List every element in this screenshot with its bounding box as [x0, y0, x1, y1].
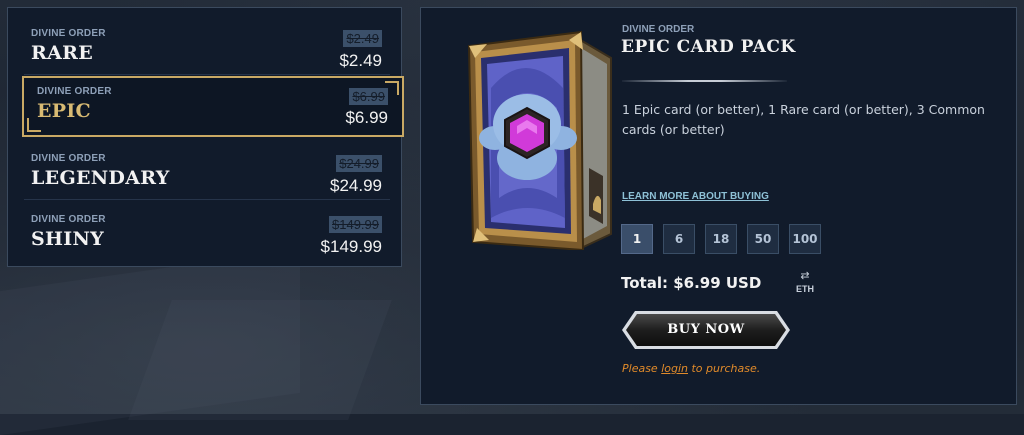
pack-row-epic[interactable]: DIVINE ORDER EPIC $6.99 $6.99 — [22, 76, 404, 137]
login-note-prefix: Please — [622, 362, 662, 375]
pack-price: $24.99 — [330, 176, 382, 195]
order-total: Total: $6.99 USD — [621, 274, 762, 292]
quantity-option-100[interactable]: 100 — [789, 224, 821, 254]
pack-price: $149.99 — [320, 237, 382, 256]
pack-tier-name: SHINY — [31, 228, 104, 250]
currency-toggle-label: ETH — [796, 284, 814, 294]
pack-order-label: DIVINE ORDER — [31, 214, 106, 225]
detail-title: EPIC CARD PACK — [621, 37, 796, 57]
card-pack-image — [467, 30, 612, 250]
pack-list-panel: DIVINE ORDER RARE $2.49 $2.49 DIVINE ORD… — [7, 7, 404, 267]
pack-original-price: $2.49 — [343, 30, 382, 47]
pack-order-label: DIVINE ORDER — [31, 153, 106, 164]
quantity-option-1[interactable]: 1 — [621, 224, 653, 254]
pack-tier-name: LEGENDARY — [31, 167, 170, 189]
detail-order-label: DIVINE ORDER — [622, 24, 695, 35]
pack-tier-name: EPIC — [37, 100, 91, 122]
pack-row-rare[interactable]: DIVINE ORDER RARE $2.49 $2.49 — [24, 14, 398, 75]
title-divider — [622, 80, 787, 82]
quantity-option-6[interactable]: 6 — [663, 224, 695, 254]
login-note: Please login to purchase. — [622, 362, 760, 375]
pack-original-price: $6.99 — [349, 88, 388, 105]
pack-row-legendary[interactable]: DIVINE ORDER LEGENDARY $24.99 $24.99 — [24, 139, 398, 200]
pack-price: $2.49 — [339, 51, 382, 70]
pack-order-label: DIVINE ORDER — [37, 86, 112, 97]
learn-more-link[interactable]: LEARN MORE ABOUT BUYING — [622, 191, 769, 202]
pack-tier-name: RARE — [31, 42, 94, 64]
pack-price: $6.99 — [345, 108, 388, 127]
login-note-suffix: to purchase. — [688, 362, 761, 375]
swap-arrows-icon: ⇄ — [800, 269, 810, 282]
pack-order-label: DIVINE ORDER — [31, 28, 106, 39]
quantity-option-18[interactable]: 18 — [705, 224, 737, 254]
quantity-option-50[interactable]: 50 — [747, 224, 779, 254]
pack-original-price: $149.99 — [329, 216, 382, 233]
buy-now-button[interactable]: BUY NOW — [621, 310, 791, 350]
pack-detail-panel: DIVINE ORDER EPIC CARD PACK 1 Epic card … — [420, 7, 1017, 405]
background-shape — [128, 300, 392, 420]
pack-row-shiny[interactable]: DIVINE ORDER SHINY $149.99 $149.99 — [24, 200, 398, 258]
pack-description: 1 Epic card (or better), 1 Rare card (or… — [622, 102, 985, 137]
login-link[interactable]: login — [661, 362, 688, 375]
buy-now-label: BUY NOW — [667, 322, 745, 337]
currency-toggle[interactable]: ⇄ ETH — [792, 270, 818, 298]
pack-original-price: $24.99 — [336, 155, 382, 172]
